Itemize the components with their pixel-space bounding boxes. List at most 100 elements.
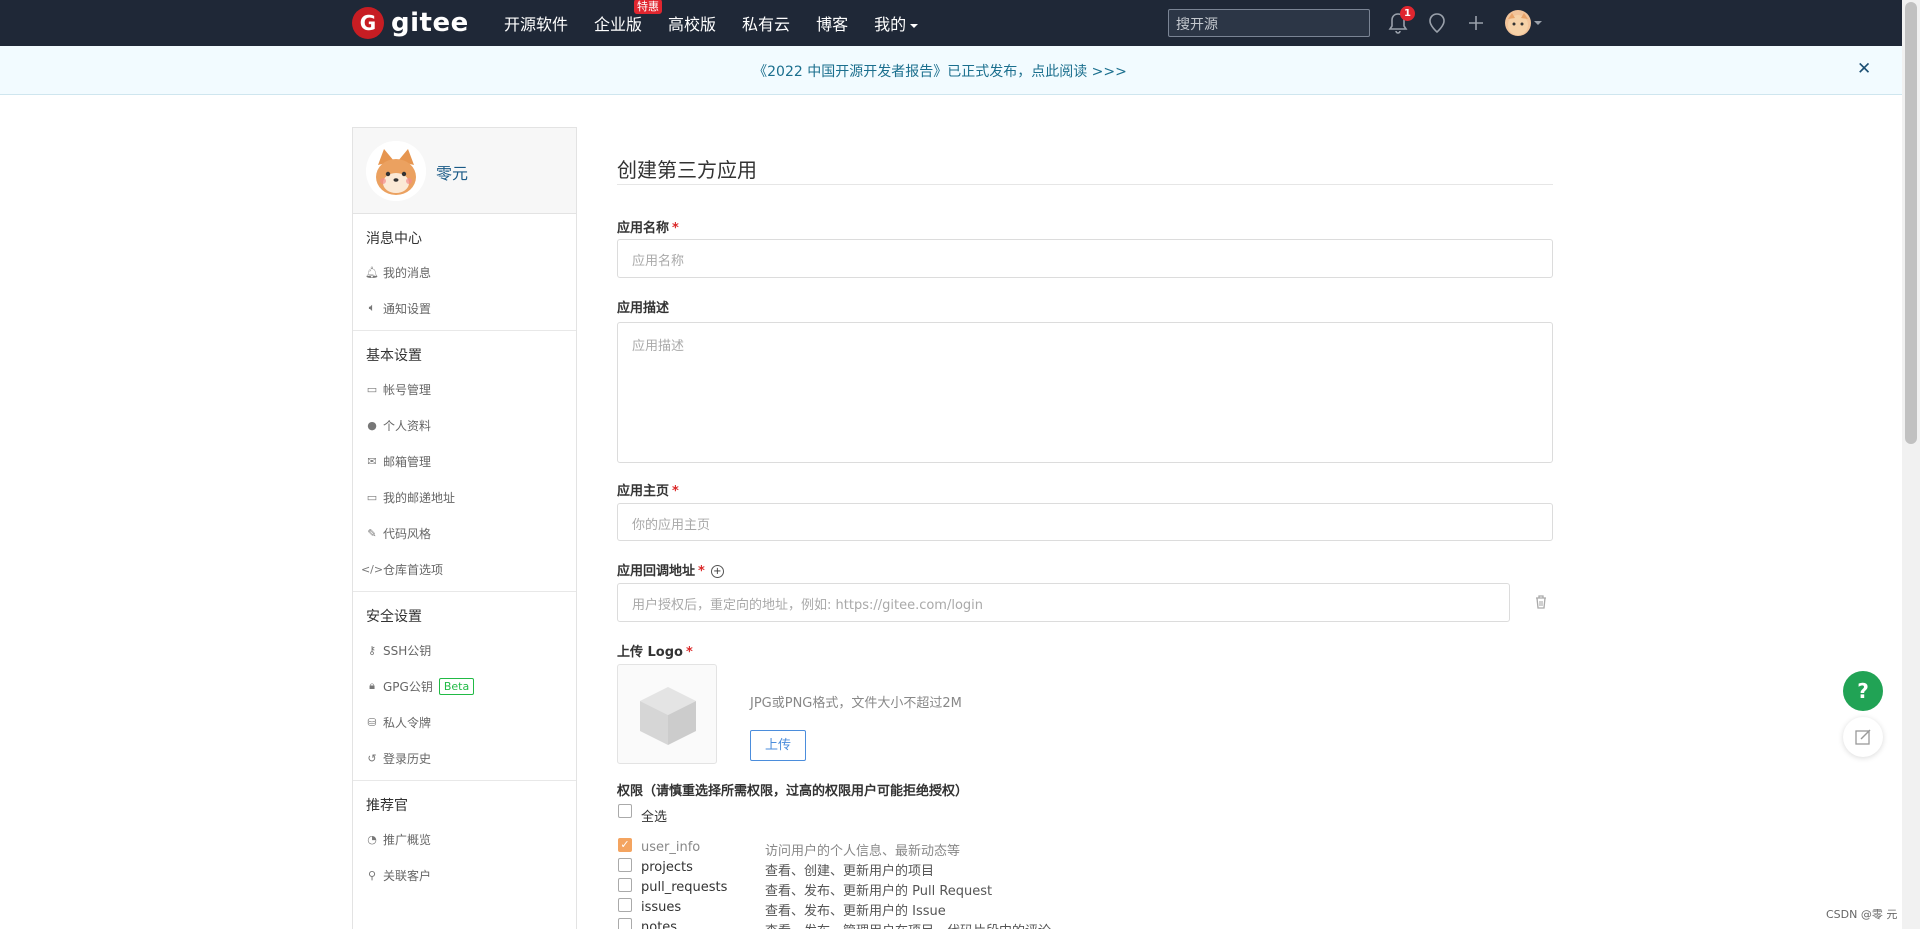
sidebar-item-label: 私人令牌 [383,715,432,730]
permission-checkbox-projects[interactable] [618,858,632,872]
sidebar-item-notification-settings[interactable]: 🔈︎ 通知设置 [353,290,576,326]
nav-education[interactable]: 高校版 [668,11,716,35]
location-pin-icon[interactable] [1426,10,1448,36]
close-icon[interactable]: ✕ [1857,59,1871,79]
profile-username[interactable]: 零元 [436,160,468,184]
nav-private-cloud[interactable]: 私有云 [742,11,790,35]
permission-checkbox-notes[interactable] [618,918,632,929]
speaker-icon: 🔈︎ [368,301,376,314]
required-mark: * [672,484,679,499]
top-navbar: G gitee 开源软件 企业版 特惠 高校版 私有云 博客 我的 搜开源 1 [0,0,1902,46]
sidebar-item-label: 代码风格 [383,526,432,541]
page-title: 创建第三方应用 [617,127,1553,185]
edit-icon [1855,729,1871,745]
chevron-down-icon [910,23,919,28]
upload-button[interactable]: 上传 [750,730,806,761]
add-callback-icon[interactable]: + [710,565,724,578]
sidebar-item-label: 个人资料 [383,418,432,433]
sidebar-section-title: 推荐官 [366,798,408,814]
permission-description: 查看、创建、更新用户的项目 [765,864,935,879]
sidebar-item-label: 关联客户 [383,868,432,883]
sidebar-item-private-tokens[interactable]: ⛁ 私人令牌 [353,704,576,740]
profile-avatar[interactable] [366,141,426,201]
sidebar-item-mailing-address[interactable]: ▭ 我的邮递地址 [353,479,576,515]
sidebar-item-email[interactable]: ✉ 邮箱管理 [353,443,576,479]
sidebar-item-ssh-keys[interactable]: ⚷ SSH公钥 [353,632,576,668]
sidebar-section-title: 消息中心 [366,231,422,247]
permission-name: issues [641,900,682,915]
permission-checkbox-issues[interactable] [618,898,632,912]
shiba-avatar-image [366,141,426,201]
address-card-icon: ▭ [366,490,378,504]
cube-placeholder-icon [640,687,696,745]
sidebar-item-label: 登录历史 [383,751,432,766]
feedback-button[interactable] [1843,717,1883,757]
lock-icon: 🔒︎ [369,679,375,692]
required-mark: * [698,564,705,579]
gitee-logo[interactable]: G gitee [352,7,469,39]
app-homepage-label: 应用主页 * [617,480,679,499]
page-scrollbar[interactable] [1902,0,1920,929]
permission-description: 查看、发布、管理用户在项目、代码片段中的评论 [765,920,1051,929]
sidebar-item-linked-customers[interactable]: ⚲ 关联客户 [353,857,576,893]
sidebar-item-login-history[interactable]: ↺ 登录历史 [353,740,576,776]
upload-logo-label: 上传 Logo * [617,641,693,660]
callback-url-label: 应用回调地址 * + [617,560,724,579]
sidebar-item-profile[interactable]: ● 个人资料 [353,407,576,443]
brush-icon: ✎ [367,526,377,540]
permission-checkbox-user-info[interactable]: ✓ [618,838,632,852]
sidebar-item-repo-preferences[interactable]: </> 仓库首选项 [353,551,576,587]
permission-checkbox-pull-requests[interactable] [618,878,632,892]
sidebar-section-basic: 基本设置 ▭ 帐号管理 ● 个人资料 ✉ 邮箱管理 ▭ 我的邮递地址 ✎ 代码风格 </>… [353,331,576,592]
permission-description: 查看、发布、更新用户的 Pull Request [765,884,993,899]
plus-icon[interactable] [1465,10,1487,36]
create-app-form: 创建第三方应用 应用名称 * 应用名称 应用描述 应用描述 应用主页 * 你的应用主… [617,127,1553,929]
avatar-chevron-down-icon[interactable] [1534,21,1542,25]
permissions-title: 权限（请慎重选择所需权限，过高的权限用户可能拒绝授权） [617,784,969,799]
trash-icon[interactable] [1533,594,1549,610]
search-input[interactable]: 搜开源 [1168,9,1370,37]
sidebar-item-account[interactable]: ▭ 帐号管理 [353,371,576,407]
scrollbar-thumb[interactable] [1905,2,1917,444]
announcement-link[interactable]: 《2022 中国开源开发者报告》已正式发布，点此阅读 >>> [0,61,1880,81]
sidebar-item-label: 我的消息 [383,265,432,280]
sidebar-section-referral: 推荐官 ◔ 推广概览 ⚲ 关联客户 [353,781,576,897]
app-name-input[interactable]: 应用名称 [617,239,1553,278]
nav-enterprise-label: 企业版 [594,15,643,34]
app-homepage-label-text: 应用主页 [617,484,670,499]
user-avatar[interactable] [1505,10,1531,36]
sidebar-item-gpg-keys[interactable]: 🔒︎ GPG公钥 Beta [353,668,576,704]
sidebar-section-security: 安全设置 ⚷ SSH公钥 🔒︎ GPG公钥 Beta ⛁ 私人令牌 ↺ 登录历史 [353,592,576,781]
required-mark: * [672,221,679,236]
token-icon: ⛁ [367,715,377,729]
user-icon: ● [367,418,377,432]
nav-enterprise[interactable]: 企业版 特惠 [594,0,663,35]
select-all-checkbox[interactable] [618,804,632,818]
app-description-label: 应用描述 [617,301,670,316]
sidebar-item-label: 我的邮递地址 [383,490,456,505]
permission-description: 查看、发布、更新用户的 Issue [765,904,946,919]
app-description-textarea[interactable]: 应用描述 [617,322,1553,463]
sidebar-item-label: 仓库首选项 [383,562,444,577]
nav-open-source[interactable]: 开源软件 [504,11,568,35]
callback-url-input[interactable]: 用户授权后，重定向的地址，例如: https://gitee.com/login [617,583,1510,622]
app-homepage-input[interactable]: 你的应用主页 [617,503,1553,541]
help-button[interactable]: ? [1843,671,1883,711]
sidebar-item-referral-overview[interactable]: ◔ 推广概览 [353,821,576,857]
app-name-label: 应用名称 * [617,217,679,236]
permission-description: 访问用户的个人信息、最新动态等 [765,844,961,859]
nav-mine[interactable]: 我的 [874,11,919,35]
sidebar-item-my-messages[interactable]: 🔔︎ 我的消息 [353,254,576,290]
nav-blog[interactable]: 博客 [816,11,848,35]
dashboard-icon: ◔ [367,832,377,846]
sidebar-item-code-style[interactable]: ✎ 代码风格 [353,515,576,551]
gitee-logo-mark: G [352,7,384,39]
gitee-logo-text: gitee [391,8,469,38]
select-all-label[interactable]: 全选 [641,806,667,825]
sidebar-section-title: 基本设置 [366,348,422,364]
watermark: CSDN @零 元 [1826,908,1898,921]
settings-sidebar: 零元 消息中心 🔔︎ 我的消息 🔈︎ 通知设置 基本设置 ▭ 帐号管理 ● 个人资料 ✉… [352,127,577,929]
sidebar-item-label: 帐号管理 [383,382,432,397]
key-icon: ⚷ [367,643,377,657]
nav-mine-label: 我的 [874,15,907,34]
